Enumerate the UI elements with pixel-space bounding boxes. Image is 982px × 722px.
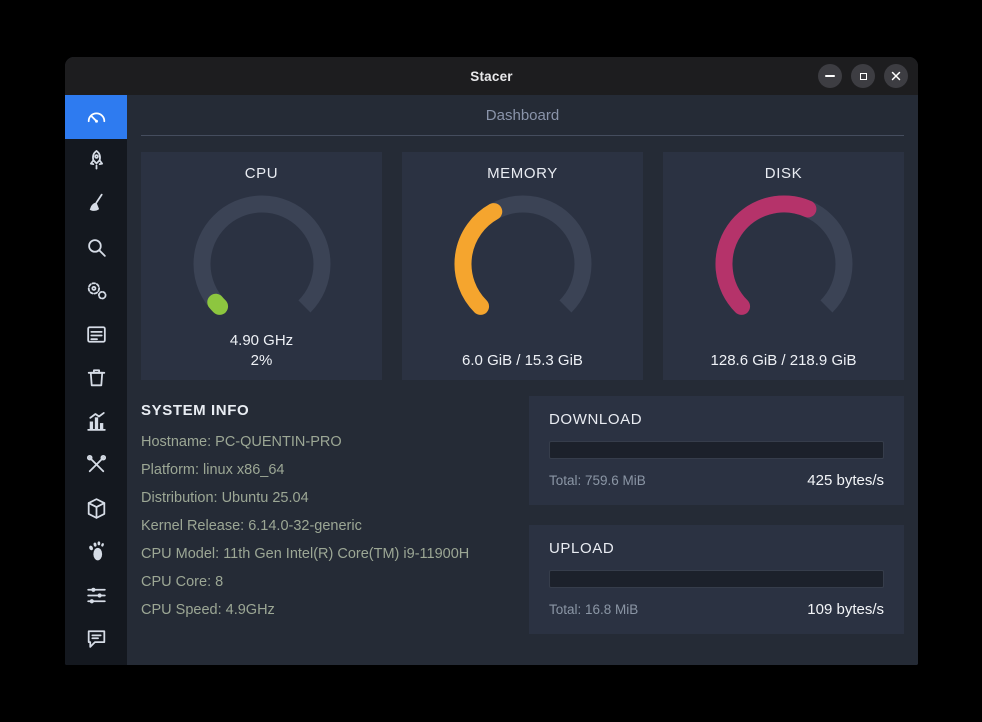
upload-total: Total: 16.8 MiB	[549, 602, 639, 617]
memory-card: MEMORY 6.0 GiB / 15.3 GiB	[402, 152, 643, 380]
disk-values: 128.6 GiB / 218.9 GiB	[663, 351, 904, 371]
upload-progressbar	[549, 570, 884, 588]
sidebar-item-search[interactable]	[65, 226, 127, 270]
cpu-card-title: CPU	[244, 165, 279, 182]
gnome-settings-icon	[88, 541, 104, 561]
sidebar-item-gnome-settings[interactable]	[65, 530, 127, 574]
sidebar-item-services[interactable]	[65, 269, 127, 313]
system-info-section: SYSTEM INFO Hostname: PC-QUENTIN-PRO Pla…	[141, 396, 509, 629]
search-icon	[87, 238, 106, 257]
helpers-icon	[86, 455, 106, 473]
upload-card: UPLOAD Total: 16.8 MiB 109 bytes/s	[529, 525, 904, 634]
sidebar-item-resources[interactable]	[65, 400, 127, 444]
system-info-kernel: Kernel Release: 6.14.0-32-generic	[141, 518, 362, 534]
cpu-card: CPU 4.90 GHz 2%	[141, 152, 382, 380]
apt-repository-icon	[87, 497, 105, 519]
settings-icon	[86, 587, 106, 604]
download-title: DOWNLOAD	[549, 411, 643, 428]
sidebar-item-dashboard[interactable]	[65, 95, 127, 139]
download-total: Total: 759.6 MiB	[549, 473, 646, 488]
memory-card-title: MEMORY	[487, 165, 558, 182]
minimize-button[interactable]	[818, 64, 842, 88]
disk-gauge	[715, 195, 852, 315]
window-title: Stacer	[470, 68, 513, 84]
memory-values: 6.0 GiB / 15.3 GiB	[402, 351, 643, 371]
disk-usage-value: 128.6 GiB / 218.9 GiB	[710, 352, 857, 369]
dashboard-icon	[87, 112, 105, 123]
sidebar-item-uninstaller[interactable]	[65, 356, 127, 400]
system-cleaner-icon	[89, 194, 103, 212]
uninstaller-icon	[87, 369, 105, 387]
cpu-gauge	[193, 195, 330, 315]
dashboard-page: Dashboard CPU 4.90 GHz 2% MEMORY 6.0 GiB…	[127, 95, 918, 665]
resources-icon	[86, 411, 106, 431]
processes-icon	[86, 326, 106, 343]
cpu-usage-percent: 2%	[250, 352, 273, 369]
download-progressbar	[549, 441, 884, 459]
sidebar-item-system-cleaner[interactable]	[65, 182, 127, 226]
sidebar-item-feedback[interactable]	[65, 617, 127, 661]
cpu-frequency-value: 4.90 GHz	[229, 332, 294, 349]
bottom-section: SYSTEM INFO Hostname: PC-QUENTIN-PRO Pla…	[141, 396, 904, 634]
system-info-title: SYSTEM INFO	[141, 402, 250, 419]
upload-rate: 109 bytes/s	[807, 601, 884, 618]
sidebar-item-settings[interactable]	[65, 574, 127, 618]
feedback-icon	[87, 630, 105, 648]
sidebar-item-processes[interactable]	[65, 313, 127, 357]
system-info-platform: Platform: linux x86_64	[141, 462, 285, 478]
download-rate: 425 bytes/s	[807, 472, 884, 489]
sidebar	[65, 95, 127, 665]
disk-card-title: DISK	[764, 165, 803, 182]
disk-card: DISK 128.6 GiB / 218.9 GiB	[663, 152, 904, 380]
services-icon	[87, 282, 106, 300]
close-button[interactable]	[884, 64, 908, 88]
gauge-cards-row: CPU 4.90 GHz 2% MEMORY 6.0 GiB / 15.3 Gi…	[141, 152, 904, 380]
close-icon	[891, 71, 901, 81]
system-info-cpu-model: CPU Model: 11th Gen Intel(R) Core(TM) i9…	[141, 546, 470, 562]
maximize-button[interactable]	[851, 64, 875, 88]
download-card: DOWNLOAD Total: 759.6 MiB 425 bytes/s	[529, 396, 904, 505]
stacer-window: Stacer Dashboard CPU 4.90 GHz 2% MEMORY …	[65, 57, 918, 665]
sidebar-item-startup-apps[interactable]	[65, 139, 127, 183]
upload-title: UPLOAD	[549, 540, 615, 557]
minimize-icon	[825, 75, 835, 77]
system-info-distribution: Distribution: Ubuntu 25.04	[141, 490, 309, 506]
network-column: DOWNLOAD Total: 759.6 MiB 425 bytes/s UP…	[529, 396, 904, 634]
cpu-values: 4.90 GHz 2%	[141, 331, 382, 371]
titlebar[interactable]: Stacer	[65, 57, 918, 95]
system-info-cpu-speed: CPU Speed: 4.9GHz	[141, 602, 275, 618]
sidebar-item-apt-repository[interactable]	[65, 487, 127, 531]
memory-gauge	[454, 195, 591, 315]
maximize-icon	[859, 72, 867, 80]
page-title: Dashboard	[141, 95, 904, 136]
system-info-cpu-core: CPU Core: 8	[141, 574, 224, 590]
system-info-hostname: Hostname: PC-QUENTIN-PRO	[141, 434, 342, 450]
window-controls	[818, 64, 908, 88]
sidebar-item-helpers[interactable]	[65, 443, 127, 487]
memory-usage-value: 6.0 GiB / 15.3 GiB	[462, 352, 583, 369]
startup-apps-icon	[89, 149, 103, 170]
